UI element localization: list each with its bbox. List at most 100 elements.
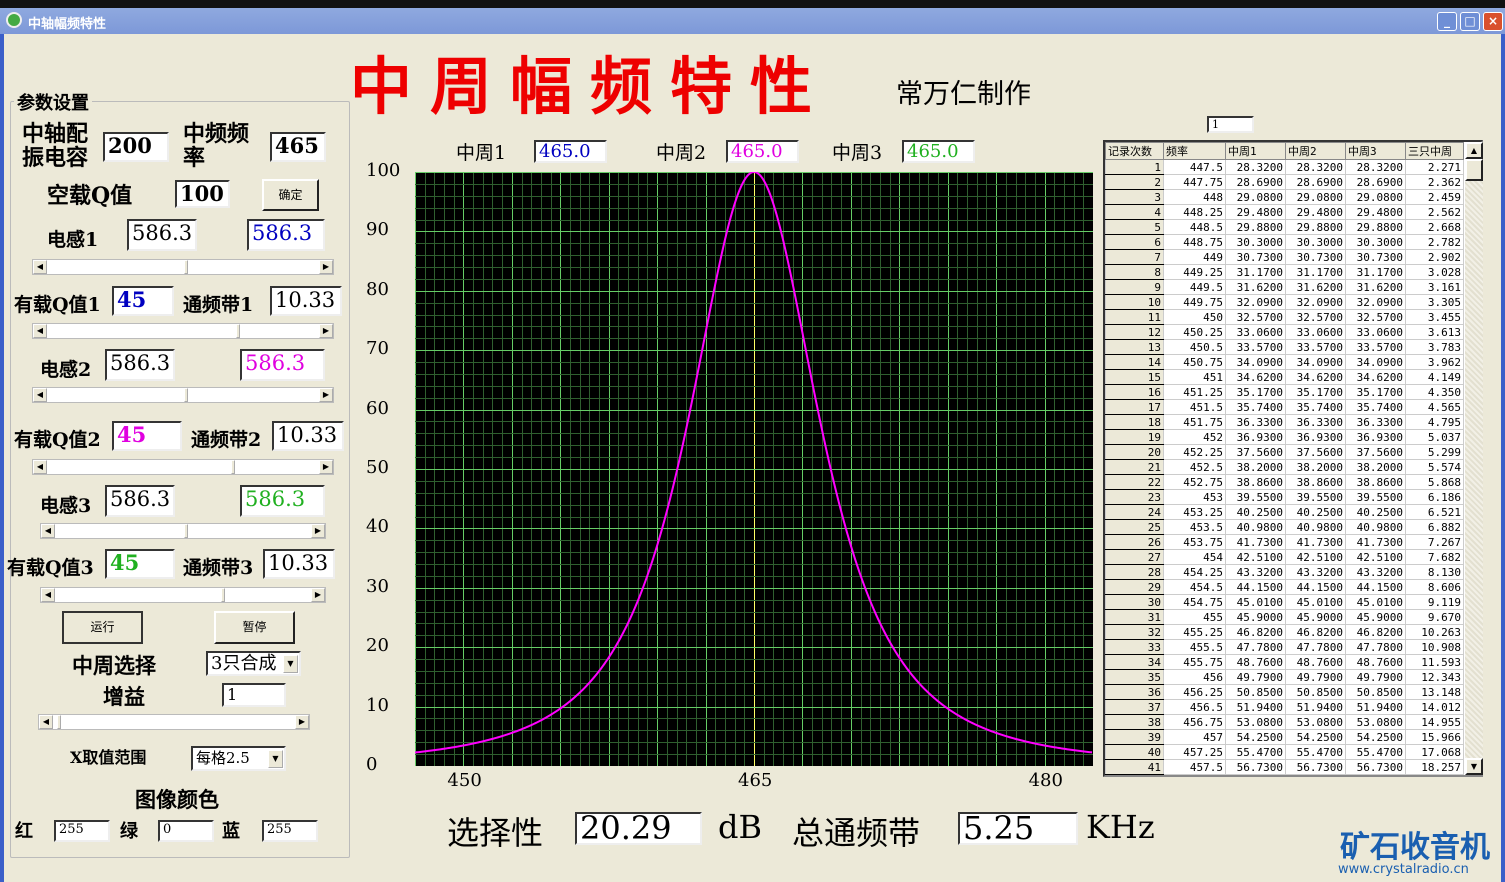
table-cell[interactable]: 453.75 (1163, 534, 1226, 550)
table-cell[interactable]: 5.868 (1405, 474, 1464, 490)
table-cell[interactable]: 449.25 (1163, 264, 1226, 280)
gain-scrollbar[interactable]: ◀ ▶ (38, 714, 310, 730)
table-cell[interactable]: 53.0800 (1225, 714, 1286, 730)
table-cell[interactable]: 44.1500 (1285, 579, 1346, 595)
table-row[interactable]: 1 447.5 28.3200 28.3200 28.3200 2.271 (1105, 159, 1464, 175)
row-number[interactable]: 30 (1105, 594, 1164, 610)
table-cell[interactable]: 9.119 (1405, 594, 1464, 610)
table-cell[interactable]: 457.5 (1163, 759, 1226, 775)
table-cell[interactable]: 18.257 (1405, 759, 1464, 775)
table-cell[interactable]: 34.0900 (1285, 354, 1346, 370)
table-cell[interactable]: 6.186 (1405, 489, 1464, 505)
table-cell[interactable]: 32.0900 (1285, 294, 1346, 310)
row-number[interactable]: 31 (1105, 609, 1164, 625)
table-row[interactable]: 38 456.75 53.0800 53.0800 53.0800 14.955 (1105, 714, 1464, 730)
table-row[interactable]: 16 451.25 35.1700 35.1700 35.1700 4.350 (1105, 384, 1464, 400)
table-cell[interactable]: 35.1700 (1345, 384, 1406, 400)
table-cell[interactable]: 29.8800 (1285, 219, 1346, 235)
stage-select[interactable]: 3只合成 ▼ (206, 651, 301, 676)
table-cell[interactable]: 37.5600 (1225, 444, 1286, 460)
table-cell[interactable]: 39.5500 (1345, 489, 1406, 505)
row-number[interactable]: 12 (1105, 324, 1164, 340)
table-row[interactable]: 23 453 39.5500 39.5500 39.5500 6.186 (1105, 489, 1464, 505)
table-cell[interactable]: 47.7800 (1285, 639, 1346, 655)
table-cell[interactable]: 43.3200 (1345, 564, 1406, 580)
scroll-thumb[interactable] (231, 460, 235, 474)
table-row[interactable]: 40 457.25 55.4700 55.4700 55.4700 17.068 (1105, 744, 1464, 760)
table-cell[interactable]: 36.3300 (1225, 414, 1286, 430)
row-number[interactable]: 29 (1105, 579, 1164, 595)
table-cell[interactable]: 31.6200 (1285, 279, 1346, 295)
table-cell[interactable]: 14.012 (1405, 699, 1464, 715)
loaded-q-input[interactable]: 45 (112, 421, 182, 451)
table-row[interactable]: 25 453.5 40.9800 40.9800 40.9800 6.882 (1105, 519, 1464, 535)
table-cell[interactable]: 448.75 (1163, 234, 1226, 250)
table-scrollbar[interactable]: ▲ ▼ (1465, 142, 1483, 775)
table-cell[interactable]: 5.574 (1405, 459, 1464, 475)
table-cell[interactable]: 50.8500 (1285, 684, 1346, 700)
table-cell[interactable]: 40.2500 (1225, 504, 1286, 520)
table-row[interactable]: 13 450.5 33.5700 33.5700 33.5700 3.783 (1105, 339, 1464, 355)
row-number[interactable]: 33 (1105, 639, 1164, 655)
table-cell[interactable]: 28.6900 (1345, 174, 1406, 190)
table-cell[interactable]: 15.966 (1405, 729, 1464, 745)
scroll-left-icon[interactable]: ◀ (41, 524, 55, 538)
table-cell[interactable]: 3.455 (1405, 309, 1464, 325)
table-cell[interactable]: 5.299 (1405, 444, 1464, 460)
table-cell[interactable]: 457.25 (1163, 744, 1226, 760)
table-cell[interactable]: 3.161 (1405, 279, 1464, 295)
table-cell[interactable]: 35.7400 (1285, 399, 1346, 415)
table-cell[interactable]: 450.75 (1163, 354, 1226, 370)
table-row[interactable]: 18 451.75 36.3300 36.3300 36.3300 4.795 (1105, 414, 1464, 430)
table-cell[interactable]: 39.5500 (1225, 489, 1286, 505)
table-cell[interactable]: 453 (1163, 489, 1226, 505)
table-cell[interactable]: 40.9800 (1285, 519, 1346, 535)
row-number[interactable]: 19 (1105, 429, 1164, 445)
row-number[interactable]: 7 (1105, 249, 1164, 265)
table-cell[interactable]: 448.5 (1163, 219, 1226, 235)
table-row[interactable]: 33 455.5 47.7800 47.7800 47.7800 10.908 (1105, 639, 1464, 655)
table-cell[interactable]: 45.9000 (1345, 609, 1406, 625)
table-cell[interactable]: 54.2500 (1225, 729, 1286, 745)
table-cell[interactable]: 48.7600 (1225, 654, 1286, 670)
table-cell[interactable]: 449.75 (1163, 294, 1226, 310)
table-cell[interactable]: 51.9400 (1345, 699, 1406, 715)
table-cell[interactable]: 36.3300 (1285, 414, 1346, 430)
stage-freq-value[interactable]: 465.0 (902, 140, 975, 163)
table-cell[interactable]: 38.8600 (1285, 474, 1346, 490)
table-cell[interactable]: 45.9000 (1225, 609, 1286, 625)
table-cell[interactable]: 32.0900 (1345, 294, 1406, 310)
table-cell[interactable]: 37.5600 (1345, 444, 1406, 460)
table-cell[interactable]: 449 (1163, 249, 1226, 265)
run-button[interactable]: 运行 (62, 611, 143, 644)
table-cell[interactable]: 29.4800 (1225, 204, 1286, 220)
table-cell[interactable]: 4.565 (1405, 399, 1464, 415)
table-cell[interactable]: 41.7300 (1285, 534, 1346, 550)
loaded-q-input[interactable]: 45 (112, 286, 174, 316)
table-cell[interactable]: 451 (1163, 369, 1226, 385)
table-cell[interactable]: 33.5700 (1225, 339, 1286, 355)
table-cell[interactable]: 34.0900 (1225, 354, 1286, 370)
table-cell[interactable]: 36.3300 (1345, 414, 1406, 430)
if-input[interactable]: 465 (270, 132, 326, 162)
table-cell[interactable]: 55.4700 (1345, 744, 1406, 760)
table-cell[interactable]: 3.613 (1405, 324, 1464, 340)
row-number[interactable]: 13 (1105, 339, 1164, 355)
table-cell[interactable]: 451.75 (1163, 414, 1226, 430)
table-row[interactable]: 39 457 54.2500 54.2500 54.2500 15.966 (1105, 729, 1464, 745)
scroll-right-icon[interactable]: ▶ (319, 388, 333, 402)
row-number[interactable]: 40 (1105, 744, 1164, 760)
table-cell[interactable]: 32.5700 (1225, 309, 1286, 325)
column-header[interactable]: 中周1 (1225, 142, 1286, 160)
table-cell[interactable]: 30.7300 (1225, 249, 1286, 265)
inductance-scrollbar[interactable]: ◀ ▶ (40, 523, 326, 539)
table-cell[interactable]: 48.7600 (1345, 654, 1406, 670)
table-cell[interactable]: 40.2500 (1285, 504, 1346, 520)
table-cell[interactable]: 40.9800 (1345, 519, 1406, 535)
row-number[interactable]: 23 (1105, 489, 1164, 505)
table-cell[interactable]: 35.1700 (1225, 384, 1286, 400)
table-row[interactable]: 35 456 49.7900 49.7900 49.7900 12.343 (1105, 669, 1464, 685)
table-cell[interactable]: 2.668 (1405, 219, 1464, 235)
row-number[interactable]: 11 (1105, 309, 1164, 325)
row-number[interactable]: 25 (1105, 519, 1164, 535)
